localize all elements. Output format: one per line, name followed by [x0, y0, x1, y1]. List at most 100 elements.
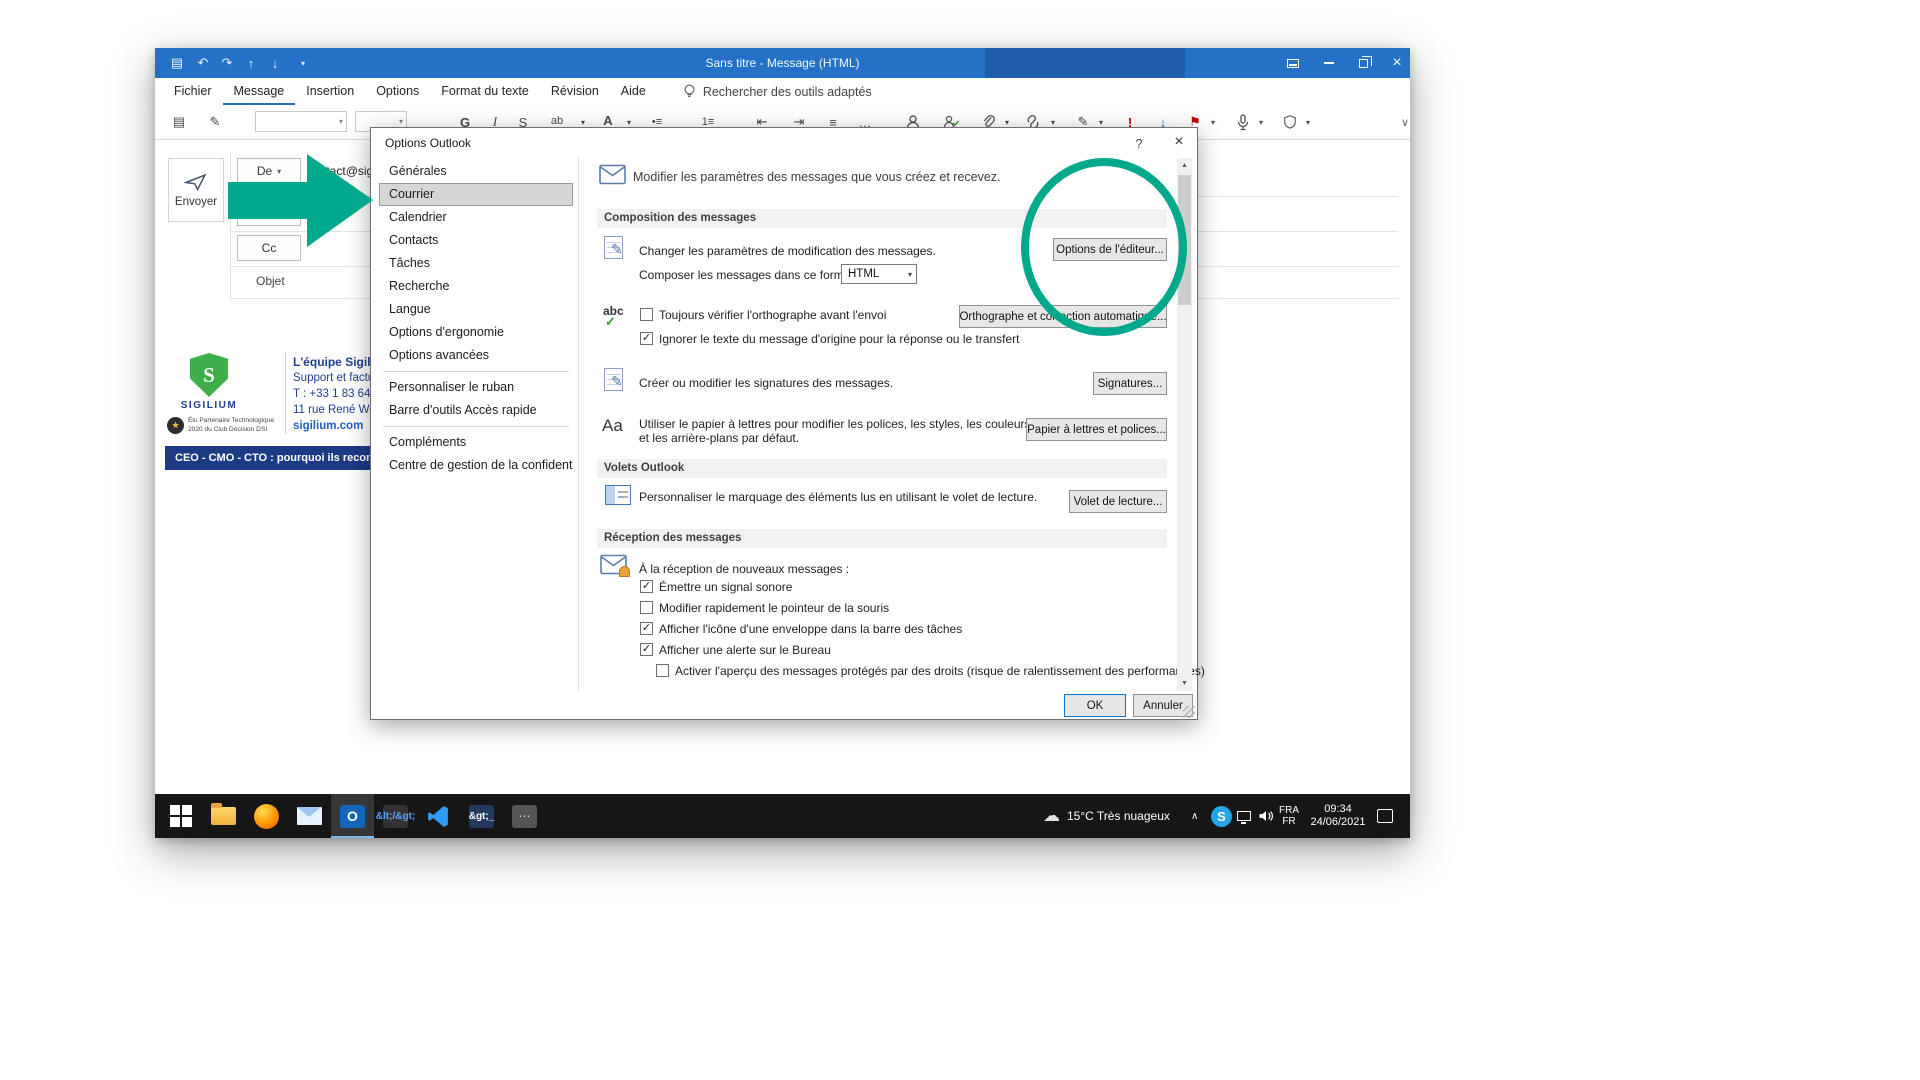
clock[interactable]: 09:34 24/06/2021	[1307, 794, 1369, 838]
signature-support: Support et factur	[293, 372, 378, 384]
sound-checkbox[interactable]: ✓	[640, 580, 653, 593]
nav-ergonomie[interactable]: Options d'ergonomie	[379, 321, 573, 344]
pointer-label: Modifier rapidement le pointeur de la so…	[659, 601, 889, 615]
signature-banner[interactable]: CEO - CMO - CTO : pourquoi ils recomm	[165, 446, 376, 470]
nav-langue[interactable]: Langue	[379, 298, 573, 321]
stationery-icon: Aa	[602, 416, 623, 436]
scroll-down-icon[interactable]: ▼	[1177, 676, 1192, 691]
signature-phone: T : +33 1 83 64 0	[293, 388, 380, 400]
window-title: Sans titre - Message (HTML)	[155, 48, 1410, 78]
pointer-checkbox[interactable]	[640, 601, 653, 614]
scrollbar-thumb[interactable]	[1178, 175, 1191, 305]
collapse-ribbon-icon[interactable]: ∨	[1395, 109, 1415, 135]
rights-preview-checkbox[interactable]	[656, 664, 669, 677]
nav-ruban[interactable]: Personnaliser le ruban	[379, 376, 573, 399]
nav-contacts[interactable]: Contacts	[379, 229, 573, 252]
tell-me-label: Rechercher des outils adaptés	[703, 85, 872, 99]
action-center-button[interactable]	[1377, 794, 1393, 838]
options-dialog: Options Outlook ? × Générales Courrier C…	[370, 127, 1198, 720]
tab-options[interactable]: Options	[365, 78, 430, 105]
ignore-original-checkbox[interactable]: ✓	[640, 332, 653, 345]
nav-confidentialite[interactable]: Centre de gestion de la confidentialité	[379, 454, 573, 477]
restore-icon[interactable]	[1346, 48, 1380, 78]
vscode-icon	[426, 804, 451, 829]
dictate-mic-icon[interactable]	[1233, 109, 1253, 135]
tab-fichier[interactable]: Fichier	[163, 78, 223, 105]
dialog-help-icon[interactable]: ?	[1129, 134, 1149, 154]
to-button[interactable]: À	[237, 200, 301, 226]
nav-taches[interactable]: Tâches	[379, 252, 573, 275]
close-icon[interactable]: ×	[1380, 48, 1414, 78]
dialog-header-text: Modifier les paramètres des messages que…	[633, 170, 1001, 184]
outlook-button[interactable]: O	[331, 794, 374, 838]
volume-tray-button[interactable]	[1258, 794, 1274, 838]
language-indicator[interactable]: FRA FR	[1279, 794, 1299, 838]
spellcheck-checkbox[interactable]	[640, 308, 653, 321]
tab-revision[interactable]: Révision	[540, 78, 610, 105]
paste-icon[interactable]: ▤	[169, 109, 189, 135]
network-tray-button[interactable]	[1237, 794, 1251, 838]
nav-calendrier[interactable]: Calendrier	[379, 206, 573, 229]
desktop-alert-checkbox[interactable]: ✓	[640, 643, 653, 656]
editor-options-icon: ✎	[604, 236, 623, 259]
nav-generales[interactable]: Générales	[379, 160, 573, 183]
ribbon-display-icon[interactable]	[1276, 48, 1310, 78]
skype-tray-button[interactable]: S	[1211, 794, 1232, 838]
file-explorer-button[interactable]	[202, 794, 245, 838]
resize-grip[interactable]	[1183, 706, 1195, 718]
flag-caret-icon[interactable]: ▾	[1203, 109, 1223, 135]
field-divider	[230, 152, 231, 302]
sensitivity-icon[interactable]	[1280, 109, 1300, 135]
language-line-1: FRA	[1279, 805, 1299, 816]
format-painter-icon[interactable]: ✎	[205, 109, 225, 135]
dialog-scrollbar[interactable]: ▲ ▼	[1177, 158, 1192, 691]
ignore-original-label: Ignorer le texte du message d'origine po…	[659, 332, 1020, 346]
nav-courrier[interactable]: Courrier	[379, 183, 573, 206]
badge-line-2: 2020 du Club Décision DSI	[188, 426, 274, 435]
powershell-icon: &gt;_	[469, 805, 494, 828]
nav-avancees[interactable]: Options avancées	[379, 344, 573, 367]
stationery-fonts-button[interactable]: Papier à lettres et polices...	[1026, 418, 1167, 441]
dictate-caret-icon[interactable]: ▾	[1251, 109, 1271, 135]
weather-widget[interactable]: ☁ 15°C Très nuageux	[1043, 794, 1170, 838]
reading-pane-button[interactable]: Volet de lecture...	[1069, 490, 1167, 513]
cc-button[interactable]: Cc	[237, 235, 301, 261]
nav-recherche[interactable]: Recherche	[379, 275, 573, 298]
minimize-icon[interactable]	[1312, 48, 1346, 78]
tab-message[interactable]: Message	[223, 78, 296, 105]
from-button[interactable]: De ▾	[237, 158, 301, 184]
compose-format-label: Composer les messages dans ce format :	[639, 268, 860, 282]
mail-app-button[interactable]	[288, 794, 331, 838]
code-app-button[interactable]: &lt;/&gt;	[374, 794, 417, 838]
editor-options-button[interactable]: Options de l'éditeur...	[1053, 238, 1167, 261]
clock-date: 24/06/2021	[1307, 816, 1369, 829]
envelope-taskbar-checkbox[interactable]: ✓	[640, 622, 653, 635]
nav-complements[interactable]: Compléments	[379, 431, 573, 454]
nav-acces-rapide[interactable]: Barre d'outils Accès rapide	[379, 399, 573, 422]
powershell-button[interactable]: &gt;_	[460, 794, 503, 838]
signatures-button[interactable]: Signatures...	[1093, 372, 1167, 395]
tell-me-search[interactable]: Rechercher des outils adaptés	[683, 78, 872, 105]
desktop-alert-label: Afficher une alerte sur le Bureau	[659, 643, 831, 657]
pinned-app-button[interactable]: ⋯	[503, 794, 546, 838]
signature-website-link[interactable]: sigilium.com	[293, 420, 363, 432]
sensitivity-caret-icon[interactable]: ▾	[1298, 109, 1318, 135]
vscode-button[interactable]	[417, 794, 460, 838]
pinned-app-icon: ⋯	[512, 805, 537, 828]
dialog-close-icon[interactable]: ×	[1167, 131, 1191, 153]
skype-icon: S	[1211, 806, 1232, 827]
firefox-button[interactable]	[245, 794, 288, 838]
font-name-combo[interactable]: ▾	[255, 111, 347, 132]
tab-format-du-texte[interactable]: Format du texte	[430, 78, 540, 105]
cloud-icon: ☁	[1043, 806, 1060, 826]
send-button[interactable]: Envoyer	[168, 158, 224, 222]
start-button[interactable]	[159, 794, 202, 838]
tab-aide[interactable]: Aide	[610, 78, 657, 105]
tray-expand-chevron[interactable]: ∧	[1191, 794, 1198, 838]
format-select[interactable]: HTML ▾	[841, 264, 917, 284]
taskbar: O &lt;/&gt; &gt;_ ⋯ ☁ 15°C Très nuageux …	[155, 794, 1410, 838]
ok-button[interactable]: OK	[1064, 694, 1126, 717]
spelling-autocorrect-button[interactable]: Orthographe et correction automatique...	[959, 305, 1167, 328]
scroll-up-icon[interactable]: ▲	[1177, 158, 1192, 173]
tab-insertion[interactable]: Insertion	[295, 78, 365, 105]
